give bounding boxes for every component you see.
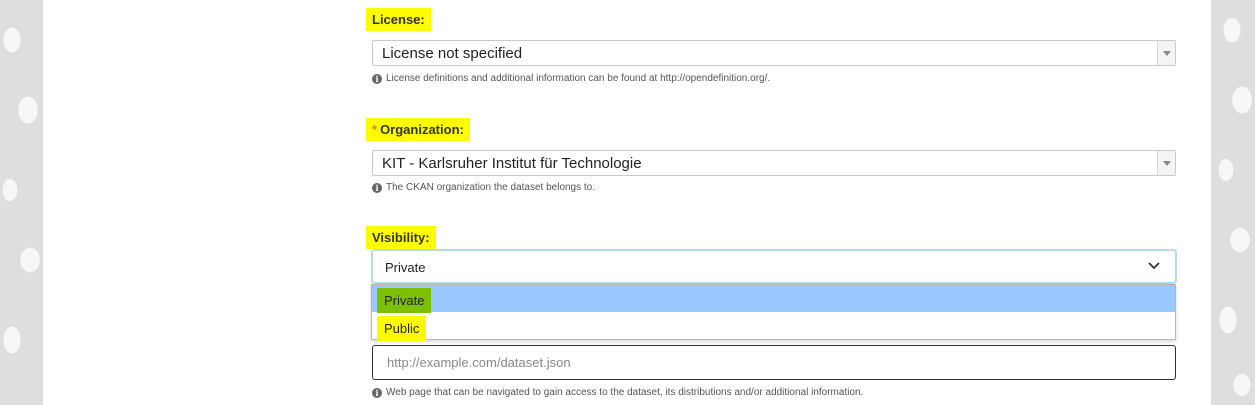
chevron-down-icon[interactable] [1157,151,1175,175]
page-background-right [1212,0,1255,405]
source-url-help: i Web page that can be navigated to gain … [372,387,863,398]
info-icon: i [372,183,382,193]
page-background-left [0,0,42,405]
visibility-select-value: Private [385,260,426,275]
visibility-select[interactable]: Private [371,249,1177,284]
visibility-option-private[interactable]: Private [372,285,1175,313]
visibility-label: Visibility: [366,226,436,249]
required-marker: * [372,122,378,137]
visibility-dropdown: Private Public [371,284,1176,341]
license-help: i License definitions and additional info… [372,73,770,84]
license-label: License: [366,8,431,31]
license-select[interactable]: License not specified [372,40,1176,66]
visibility-option-public[interactable]: Public [372,313,1175,341]
info-icon: i [372,388,382,398]
organization-label: * Organization: [366,118,470,141]
source-url-input[interactable] [385,346,1169,379]
source-url-field[interactable] [372,345,1176,380]
organization-select-value: KIT - Karlsruher Institut für Technologi… [382,155,642,172]
organization-select[interactable]: KIT - Karlsruher Institut für Technologi… [372,150,1176,176]
organization-help: i The CKAN organization the dataset belon… [372,182,595,193]
chevron-down-icon[interactable] [1147,258,1161,272]
info-icon: i [372,74,382,84]
license-select-value: License not specified [382,45,523,62]
chevron-down-icon[interactable] [1157,41,1175,65]
